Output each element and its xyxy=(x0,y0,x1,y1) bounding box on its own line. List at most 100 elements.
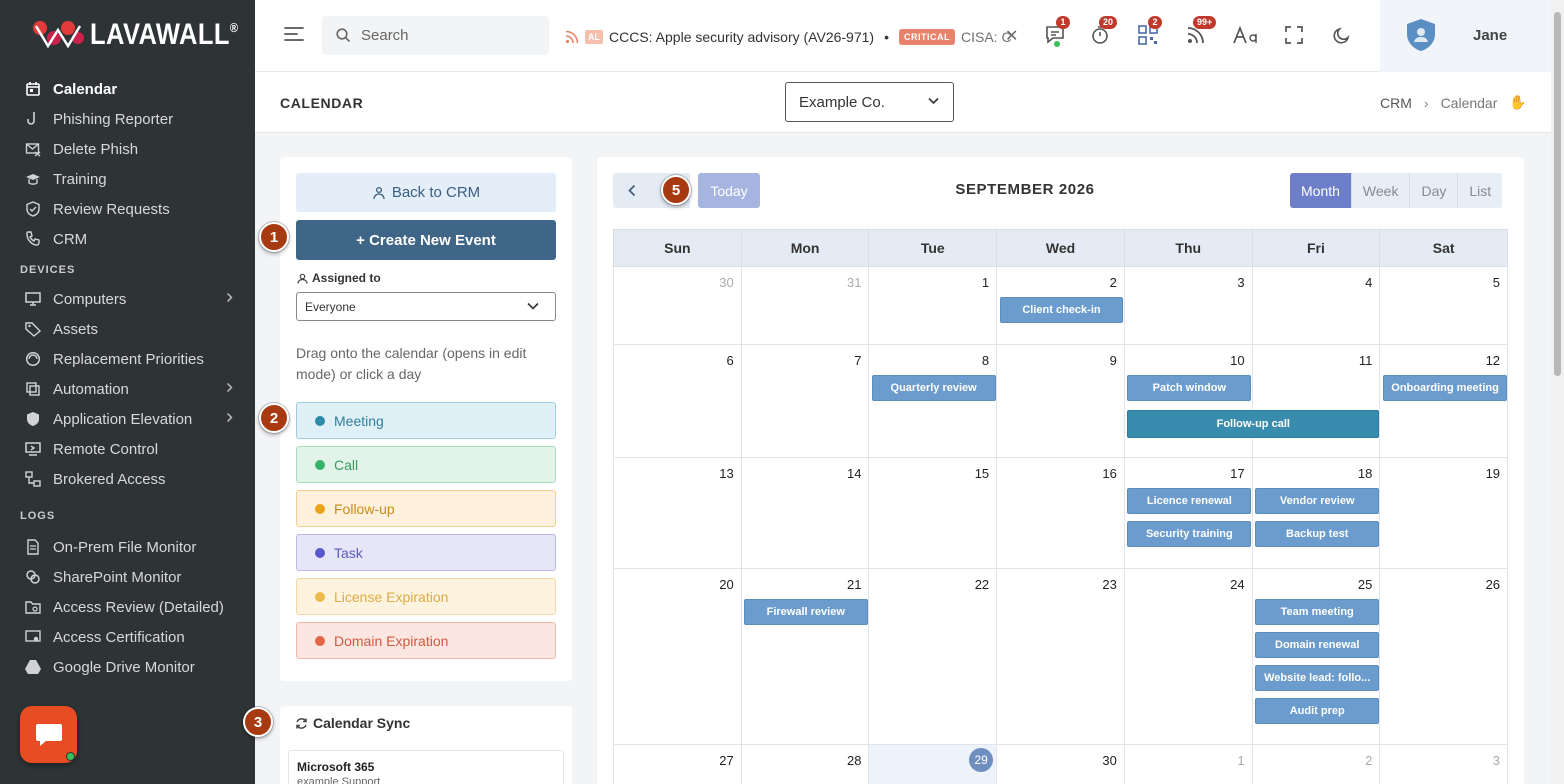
calendar-day[interactable]: 28 xyxy=(742,745,870,784)
calendar-event[interactable]: Follow-up call xyxy=(1127,410,1380,438)
calendar-day[interactable]: 9 xyxy=(997,345,1125,458)
calendar-event[interactable]: Vendor review xyxy=(1255,488,1380,514)
calendar-day[interactable]: 31 xyxy=(741,267,870,345)
ticker-close-icon[interactable]: ✕ xyxy=(1005,26,1018,46)
create-event-button[interactable]: + Create New Event xyxy=(296,220,556,260)
calendar-event[interactable]: Patch window xyxy=(1127,375,1252,401)
calendar-event[interactable]: Quarterly review xyxy=(871,375,996,401)
calendar-day[interactable]: 7 xyxy=(741,345,870,458)
calendar-day[interactable]: 27 xyxy=(614,745,742,784)
prev-month-button[interactable] xyxy=(613,173,650,208)
calendar-day[interactable]: 20 xyxy=(614,569,742,745)
calendar-day[interactable]: 14 xyxy=(741,458,870,569)
sidebar-item-delete-phish[interactable]: Delete Phish xyxy=(0,134,255,164)
sidebar-item-replacement-priorities[interactable]: Replacement Priorities xyxy=(0,344,255,374)
calendar-day[interactable]: 1 xyxy=(869,267,998,345)
calendar-event[interactable]: Licence renewal xyxy=(1127,488,1252,514)
calendar-day[interactable]: 5 xyxy=(1380,267,1509,345)
calendar-day[interactable]: 30 xyxy=(614,267,742,345)
dark-mode-button[interactable] xyxy=(1329,22,1355,48)
calendar-event[interactable]: Onboarding meeting xyxy=(1383,375,1507,401)
sidebar-item-calendar[interactable]: Calendar xyxy=(0,74,255,104)
user-menu[interactable]: Jane xyxy=(1380,0,1551,72)
feeds-button[interactable]: 99+ xyxy=(1183,16,1217,48)
sidebar-item-access-review-detailed[interactable]: Access Review (Detailed) xyxy=(0,592,255,622)
messages-button[interactable]: 1 xyxy=(1042,16,1070,48)
fullscreen-button[interactable] xyxy=(1281,22,1307,48)
news-ticker[interactable]: AL CCCS: Apple security advisory (AV26-9… xyxy=(565,26,1020,48)
calendar-day[interactable]: 3 xyxy=(1124,267,1253,345)
calendar-event[interactable]: Domain renewal xyxy=(1255,632,1380,658)
calendar-day[interactable]: 13 xyxy=(614,458,742,569)
sidebar-item-review-requests[interactable]: Review Requests xyxy=(0,194,255,224)
sidebar-item-phishing-reporter[interactable]: Phishing Reporter xyxy=(0,104,255,134)
view-list-button[interactable]: List xyxy=(1458,173,1503,208)
event-type-license-expiration[interactable]: License Expiration xyxy=(296,578,556,615)
view-month-button[interactable]: Month xyxy=(1290,173,1352,208)
calendar-event[interactable]: Firewall review xyxy=(743,599,868,625)
calendar-day[interactable]: 16 xyxy=(997,458,1125,569)
sidebar-item-remote-control[interactable]: Remote Control xyxy=(0,434,255,464)
view-day-button[interactable]: Day xyxy=(1410,173,1459,208)
menu-toggle-icon[interactable] xyxy=(284,26,304,42)
sidebar-item-google-drive-monitor[interactable]: Google Drive Monitor xyxy=(0,652,255,682)
calendar-day[interactable]: 30 xyxy=(997,745,1125,784)
sidebar-item-automation[interactable]: Automation xyxy=(0,374,255,404)
calendar-day[interactable]: 24 xyxy=(1124,569,1253,745)
calendar-event[interactable]: Team meeting xyxy=(1255,599,1380,625)
calendar-event[interactable]: Audit prep xyxy=(1255,698,1380,724)
calendar-day[interactable]: 8 xyxy=(869,345,998,458)
calendar-day[interactable]: 23 xyxy=(997,569,1125,745)
calendar-day[interactable]: 29 xyxy=(869,745,998,784)
assigned-to-select[interactable]: Everyone xyxy=(296,292,556,321)
calendar-day[interactable]: 11 xyxy=(1252,345,1381,458)
calendar-day[interactable]: 3 xyxy=(1380,745,1509,784)
sidebar-item-application-elevation[interactable]: Application Elevation xyxy=(0,404,255,434)
company-select[interactable]: Example Co. xyxy=(785,82,954,122)
calendar-day[interactable]: 6 xyxy=(614,345,742,458)
calendar-day[interactable]: 22 xyxy=(869,569,998,745)
sidebar-item-crm[interactable]: CRM xyxy=(0,224,255,254)
brand-logo[interactable]: LAVAWALL® xyxy=(32,18,265,52)
calendar-event[interactable]: Security training xyxy=(1127,521,1252,547)
breadcrumb-crm[interactable]: CRM xyxy=(1380,95,1412,111)
month-title: SEPTEMBER 2026 xyxy=(955,181,1095,198)
calendar-day[interactable]: 4 xyxy=(1252,267,1381,345)
chat-button[interactable] xyxy=(20,706,77,763)
back-to-crm-button[interactable]: Back to CRM xyxy=(296,173,556,212)
sidebar-item-computers[interactable]: Computers xyxy=(0,284,255,314)
calendar-day[interactable]: 21 xyxy=(741,569,870,745)
calendar-day[interactable]: 12 xyxy=(1380,345,1509,458)
view-week-button[interactable]: Week xyxy=(1351,173,1411,208)
sidebar-item-training[interactable]: Training xyxy=(0,164,255,194)
calendar-event[interactable]: Backup test xyxy=(1255,521,1380,547)
sidebar-item-sharepoint-monitor[interactable]: SharePoint Monitor xyxy=(0,562,255,592)
timer-button[interactable]: 20 xyxy=(1087,16,1118,48)
ticker-item[interactable]: CCCS: Apple security advisory (AV26-971) xyxy=(609,29,874,45)
sidebar-item-on-prem-file-monitor[interactable]: On-Prem File Monitor xyxy=(0,532,255,562)
event-type-call[interactable]: Call xyxy=(296,446,556,483)
ticker-item[interactable]: CISA: C xyxy=(961,29,1012,45)
font-size-button[interactable] xyxy=(1232,22,1258,48)
calendar-event[interactable]: Client check-in xyxy=(999,297,1124,323)
search-input[interactable]: Search xyxy=(322,16,549,55)
calendar-day[interactable]: 10 xyxy=(1124,345,1253,458)
sidebar-item-assets[interactable]: Assets xyxy=(0,314,255,344)
calendar-day[interactable]: 15 xyxy=(869,458,998,569)
calendar-day[interactable]: 2 xyxy=(1253,745,1381,784)
calendar-day[interactable]: 26 xyxy=(1380,569,1509,745)
event-type-follow-up[interactable]: Follow-up xyxy=(296,490,556,527)
today-button[interactable]: Today xyxy=(698,173,760,208)
event-type-domain-expiration[interactable]: Domain Expiration xyxy=(296,622,556,659)
page-scrollbar[interactable] xyxy=(1551,0,1564,784)
calendar-day[interactable]: 1 xyxy=(1125,745,1253,784)
event-type-meeting[interactable]: Meeting xyxy=(296,402,556,439)
calendar-event[interactable]: Website lead: follo... xyxy=(1255,665,1380,691)
event-type-task[interactable]: Task xyxy=(296,534,556,571)
calendar-day[interactable]: 19 xyxy=(1380,458,1509,569)
scrollbar-thumb[interactable] xyxy=(1554,12,1561,376)
qr-button[interactable]: 2 xyxy=(1135,16,1162,48)
sidebar-item-brokered-access[interactable]: Brokered Access xyxy=(0,464,255,494)
sidebar-item-access-certification[interactable]: Access Certification xyxy=(0,622,255,652)
sync-provider-card[interactable]: Microsoft 365 example Support xyxy=(288,750,564,784)
